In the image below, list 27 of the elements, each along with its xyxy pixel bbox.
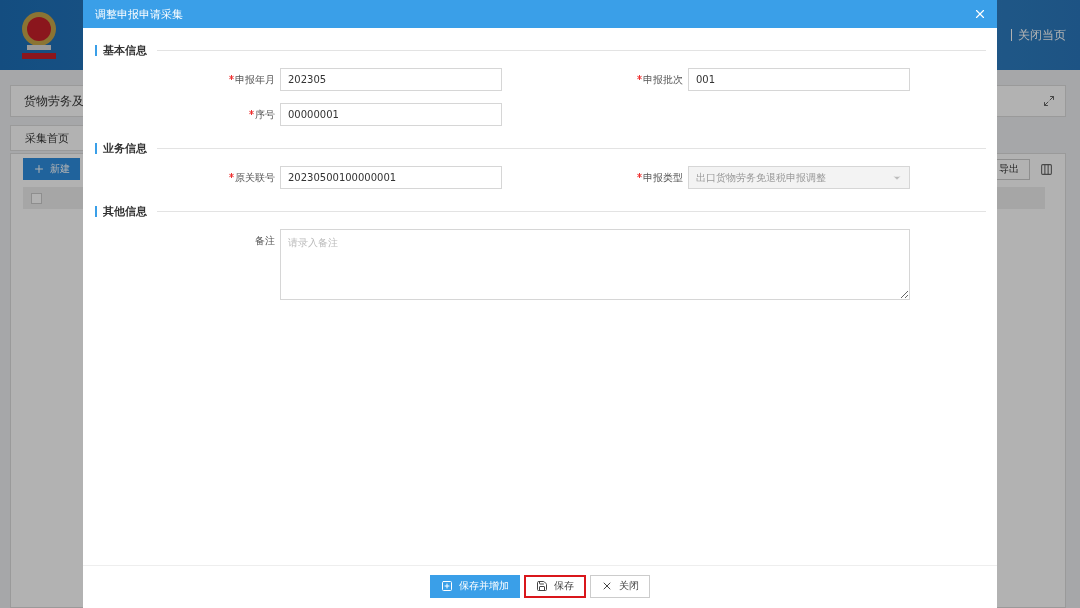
section-title: 业务信息 — [95, 142, 147, 154]
plus-icon — [33, 163, 45, 175]
field-label: 申报批次 — [643, 72, 683, 87]
text-field[interactable]: 20230500100000001 — [280, 166, 502, 189]
close-icon[interactable] — [973, 7, 987, 21]
save-button[interactable]: 保存 — [524, 574, 586, 598]
section-title: 其他信息 — [95, 205, 147, 217]
field-label: 申报年月 — [235, 72, 275, 87]
field-label: 序号 — [255, 107, 275, 122]
columns-icon[interactable] — [1040, 162, 1053, 176]
close-icon — [601, 580, 613, 592]
breadcrumb-text: 货物劳务及 — [24, 92, 84, 110]
fullscreen-icon[interactable] — [1043, 95, 1055, 107]
text-field[interactable]: 00000001 — [280, 103, 502, 126]
close-button[interactable]: 关闭 — [590, 574, 650, 598]
field-label: 备注 — [255, 234, 275, 248]
field-label: 申报类型 — [643, 170, 683, 185]
text-field[interactable]: 001 — [688, 68, 910, 91]
text-field[interactable]: 202305 — [280, 68, 502, 91]
square-plus-icon — [441, 580, 453, 592]
page-tab[interactable]: 采集首页 — [10, 125, 84, 151]
header-link[interactable]: 关闭当页 — [1018, 26, 1066, 44]
checkbox[interactable] — [31, 192, 42, 204]
field-label: 原关联号 — [235, 170, 275, 185]
dialog-title: 调整申报申请采集 — [95, 6, 183, 22]
remarks-field[interactable]: 请录入备注 — [280, 229, 910, 300]
section-title: 基本信息 — [95, 44, 147, 56]
